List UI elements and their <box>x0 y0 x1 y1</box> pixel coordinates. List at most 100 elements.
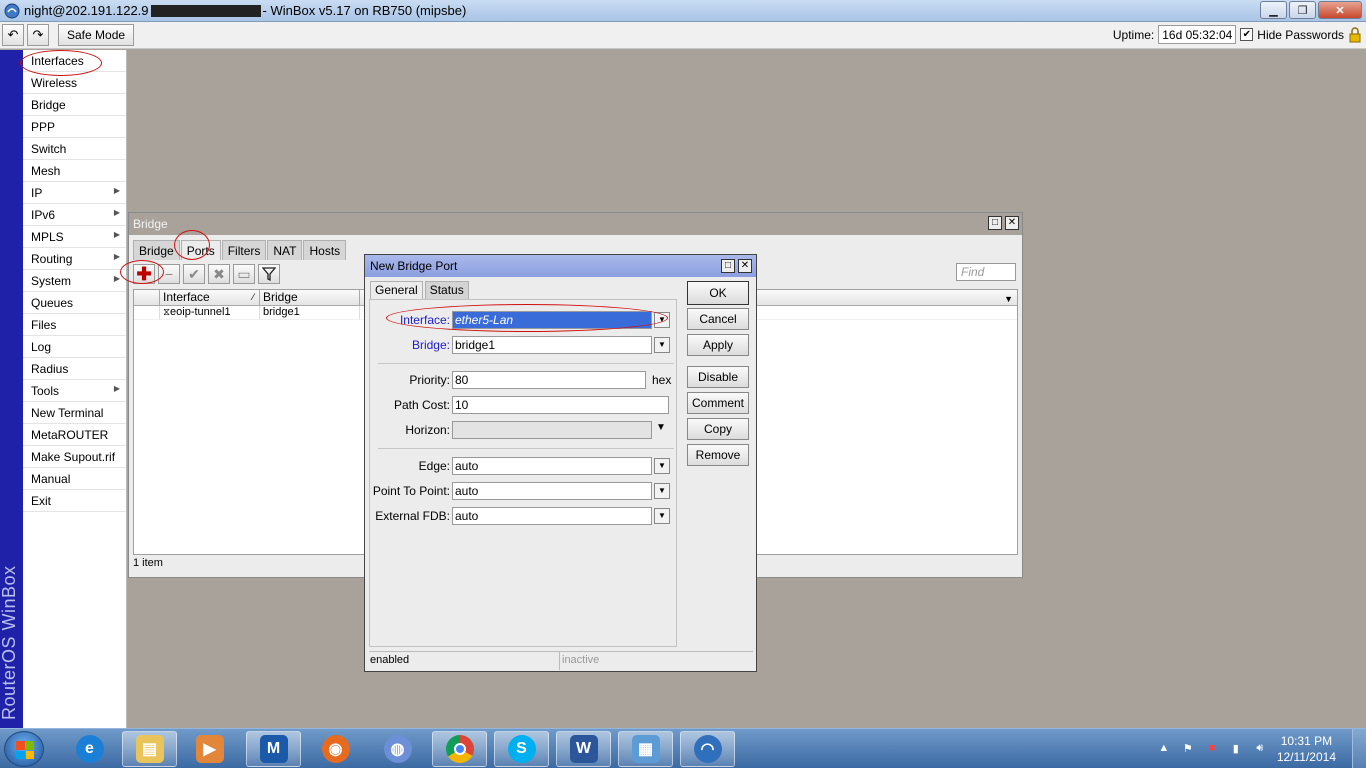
safe-mode-button[interactable]: Safe Mode <box>58 24 135 46</box>
tab-status[interactable]: Status <box>424 281 469 299</box>
remove-button[interactable]: Remove <box>687 444 749 466</box>
sidebar-item-tools[interactable]: Tools ▶ <box>23 380 126 402</box>
tab-hosts[interactable]: Hosts <box>303 240 347 260</box>
start-button[interactable] <box>4 731 44 767</box>
bridge-maximize-button[interactable]: □ <box>988 216 1002 230</box>
comment-icon[interactable]: ▭ <box>233 264 255 284</box>
column-header-interface[interactable]: Interface ⁄ <box>160 290 260 305</box>
path-cost-label: Path Cost: <box>393 398 450 412</box>
interface-dropdown-icon[interactable]: ▼ <box>654 312 670 328</box>
winbox-taskbar-button[interactable]: ◠ <box>680 731 735 767</box>
tab-general[interactable]: General <box>370 281 423 299</box>
hide-passwords-checkbox[interactable]: ✔ <box>1240 28 1254 41</box>
comment-button[interactable]: Comment <box>687 392 749 414</box>
cancel-button[interactable]: Cancel <box>687 308 749 330</box>
point-to-point-select[interactable]: auto <box>452 482 652 500</box>
sidebar-item-log[interactable]: Log <box>23 336 126 358</box>
ok-button[interactable]: OK <box>687 281 749 305</box>
show-hidden-icons-icon[interactable]: ▲ <box>1157 742 1171 756</box>
skype-icon: S <box>507 735 536 763</box>
horizon-input[interactable] <box>452 421 652 439</box>
lock-icon <box>1349 26 1361 42</box>
horizon-dropdown-icon[interactable]: ▼ <box>656 422 666 433</box>
action-center-flag-icon[interactable]: ⚑ <box>1181 742 1195 756</box>
skype-taskbar-button[interactable]: S <box>494 731 549 767</box>
chrome-taskbar-button[interactable] <box>432 731 487 767</box>
edge-dropdown-icon[interactable]: ▼ <box>654 458 670 474</box>
interface-select[interactable]: ether5-Lan <box>452 311 652 329</box>
status-inactive: inactive <box>562 654 600 666</box>
signal-bars-icon[interactable]: ▮ <box>1229 742 1243 756</box>
point-to-point-dropdown-icon[interactable]: ▼ <box>654 483 670 499</box>
tunnel-icon: ⧖ <box>163 307 171 318</box>
external-fdb-select[interactable]: auto <box>452 507 652 525</box>
sidebar-item-routing[interactable]: Routing ▶ <box>23 248 126 270</box>
sidebar-item-metarouter[interactable]: MetaROUTER <box>23 424 126 446</box>
disable-icon[interactable]: ✖ <box>208 264 230 284</box>
sidebar-item-bridge[interactable]: Bridge <box>23 94 126 116</box>
sidebar-item-system[interactable]: System ▶ <box>23 270 126 292</box>
show-desktop-button[interactable] <box>1352 729 1366 768</box>
sidebar-item-switch[interactable]: Switch <box>23 138 126 160</box>
sidebar-item-exit[interactable]: Exit <box>23 490 126 512</box>
explorer-taskbar-button[interactable]: ▤ <box>122 731 177 767</box>
network-warning-icon[interactable]: ■ <box>1205 742 1219 756</box>
apply-button[interactable]: Apply <box>687 334 749 356</box>
bridge-select[interactable]: bridge1 <box>452 336 652 354</box>
tab-bridge[interactable]: Bridge <box>133 240 180 260</box>
sidebar-item-ip[interactable]: IP ▶ <box>23 182 126 204</box>
column-header-bridge[interactable]: Bridge <box>260 290 360 305</box>
dialog-close-button[interactable]: ✕ <box>738 259 752 273</box>
path-cost-input[interactable]: 10 <box>452 396 669 414</box>
bridge-dropdown-icon[interactable]: ▼ <box>654 337 670 353</box>
sidebar-item-radius[interactable]: Radius <box>23 358 126 380</box>
m-app-icon: M <box>259 735 288 763</box>
edge-select[interactable]: auto <box>452 457 652 475</box>
enable-icon[interactable]: ✔ <box>183 264 205 284</box>
control-panel-taskbar-button[interactable]: ▦ <box>618 731 673 767</box>
column-chooser-icon[interactable]: ▼ <box>1004 292 1013 307</box>
copy-button[interactable]: Copy <box>687 418 749 440</box>
ie-taskbar-button[interactable]: e <box>62 731 117 767</box>
redo-button[interactable]: ↷ <box>27 24 49 46</box>
sidebar-item-files[interactable]: Files <box>23 314 126 336</box>
priority-input[interactable]: 80 <box>452 371 646 389</box>
undo-button[interactable]: ↶ <box>2 24 24 46</box>
horizon-label: Horizon: <box>405 423 450 437</box>
sidebar-item-ipv6[interactable]: IPv6 ▶ <box>23 204 126 226</box>
filter-icon[interactable] <box>258 264 280 284</box>
sidebar-item-ppp[interactable]: PPP <box>23 116 126 138</box>
disable-button[interactable]: Disable <box>687 366 749 388</box>
minimize-button[interactable]: ▁ <box>1260 1 1287 19</box>
clock-date: 12/11/2014 <box>1276 750 1336 764</box>
hide-passwords-label: Hide Passwords <box>1257 27 1344 42</box>
tab-filters[interactable]: Filters <box>221 240 267 260</box>
media-player-taskbar-button[interactable]: ▶ <box>182 731 237 767</box>
sidebar-item-label: Bridge <box>31 97 66 112</box>
tab-nat[interactable]: NAT <box>267 240 303 260</box>
word-taskbar-button[interactable]: W <box>556 731 611 767</box>
firefox-taskbar-button[interactable]: ◉ <box>308 731 363 767</box>
volume-icon[interactable]: 🔊︎ <box>1253 742 1267 756</box>
close-window-button[interactable]: ✕ <box>1318 1 1362 19</box>
sidebar-item-manual[interactable]: Manual <box>23 468 126 490</box>
sidebar-item-mpls[interactable]: MPLS ▶ <box>23 226 126 248</box>
app-m-taskbar-button[interactable]: M <box>246 731 301 767</box>
sidebar-item-new-terminal[interactable]: New Terminal <box>23 402 126 424</box>
external-fdb-dropdown-icon[interactable]: ▼ <box>654 508 670 524</box>
sidebar-item-make-supout-rif[interactable]: Make Supout.rif <box>23 446 126 468</box>
clock[interactable]: 10:31 PM 12/11/2014 <box>1277 733 1336 765</box>
sidebar-item-mesh[interactable]: Mesh <box>23 160 126 182</box>
sidebar-item-interfaces[interactable]: Interfaces <box>23 50 126 72</box>
maximize-button[interactable]: ❐ <box>1289 1 1316 19</box>
sidebar-item-label: IP <box>31 185 43 200</box>
dialog-maximize-button[interactable]: □ <box>721 259 735 273</box>
globe-taskbar-button[interactable]: ◍ <box>370 731 425 767</box>
remove-icon[interactable]: − <box>158 264 180 284</box>
tab-ports[interactable]: Ports <box>180 240 221 260</box>
find-input[interactable]: Find <box>956 263 1016 281</box>
add-icon[interactable]: ✚ <box>133 264 155 284</box>
sidebar-item-queues[interactable]: Queues <box>23 292 126 314</box>
bridge-close-button[interactable]: ✕ <box>1005 216 1019 230</box>
sidebar-item-wireless[interactable]: Wireless <box>23 72 126 94</box>
